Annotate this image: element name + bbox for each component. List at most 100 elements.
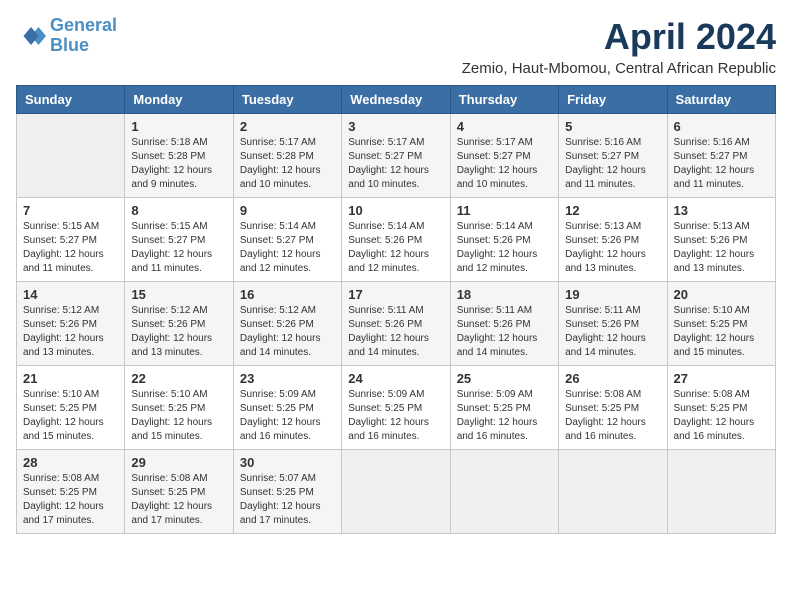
logo: General Blue (16, 16, 117, 56)
logo-icon (16, 21, 46, 51)
day-number: 29 (131, 455, 226, 470)
weekday-header-monday: Monday (125, 86, 233, 114)
day-info: Sunrise: 5:16 AMSunset: 5:27 PMDaylight:… (674, 136, 769, 192)
day-number: 16 (240, 287, 335, 302)
calendar-cell: 9Sunrise: 5:14 AMSunset: 5:27 PMDaylight… (233, 198, 341, 282)
calendar-cell: 16 Sunrise: 5:12 AMSunset: 5:26 PMDayligh… (233, 282, 341, 366)
location-title: Zemio, Haut-Mbomou, Central African Repu… (462, 60, 776, 77)
calendar-cell: 24 Sunrise: 5:09 AMSunset: 5:25 PMDayligh… (342, 366, 450, 450)
logo-text: General Blue (50, 16, 117, 56)
day-number: 10 (348, 203, 443, 218)
calendar-cell: 5Sunrise: 5:16 AMSunset: 5:27 PMDaylight… (559, 114, 667, 198)
day-info: Sunrise: 5:10 AMSunset: 5:25 PMDaylight:… (131, 388, 226, 444)
calendar-cell: 22 Sunrise: 5:10 AMSunset: 5:25 PMDayligh… (125, 366, 233, 450)
day-number: 17 (348, 287, 443, 302)
day-number: 24 (348, 371, 443, 386)
day-number: 30 (240, 455, 335, 470)
day-info: Sunrise: 5:08 AMSunset: 5:25 PMDaylight:… (23, 472, 118, 528)
day-number: 4 (457, 119, 552, 134)
week-row-3: 14 Sunrise: 5:12 AMSunset: 5:26 PMDayligh… (17, 282, 776, 366)
calendar-cell: 8 Sunrise: 5:15 AMSunset: 5:27 PMDaylight… (125, 198, 233, 282)
day-number: 12 (565, 203, 660, 218)
day-number: 28 (23, 455, 118, 470)
day-info: Sunrise: 5:09 AMSunset: 5:25 PMDaylight:… (348, 388, 443, 444)
day-info: Sunrise: 5:08 AMSunset: 5:25 PMDaylight:… (565, 388, 660, 444)
calendar-cell (559, 450, 667, 534)
calendar-cell: 3 Sunrise: 5:17 AMSunset: 5:27 PMDaylight… (342, 114, 450, 198)
day-info: Sunrise: 5:17 AMSunset: 5:28 PMDaylight:… (240, 136, 335, 192)
day-info: Sunrise: 5:13 AMSunset: 5:26 PMDaylight:… (674, 220, 769, 276)
day-number: 3 (348, 119, 443, 134)
calendar-cell (450, 450, 558, 534)
calendar-cell: 2 Sunrise: 5:17 AMSunset: 5:28 PMDaylight… (233, 114, 341, 198)
day-number: 21 (23, 371, 118, 386)
day-info: Sunrise: 5:14 AMSunset: 5:26 PMDaylight:… (348, 220, 443, 276)
calendar-cell: 15 Sunrise: 5:12 AMSunset: 5:26 PMDayligh… (125, 282, 233, 366)
calendar-cell: 21 Sunrise: 5:10 AMSunset: 5:25 PMDayligh… (17, 366, 125, 450)
day-info: Sunrise: 5:16 AMSunset: 5:27 PMDaylight:… (565, 136, 660, 192)
day-info: Sunrise: 5:18 AMSunset: 5:28 PMDaylight:… (131, 136, 226, 192)
calendar-cell (667, 450, 775, 534)
week-row-1: 1 Sunrise: 5:18 AMSunset: 5:28 PMDaylight… (17, 114, 776, 198)
weekday-header-friday: Friday (559, 86, 667, 114)
calendar-cell: 27 Sunrise: 5:08 AMSunset: 5:25 PMDayligh… (667, 366, 775, 450)
week-row-2: 7 Sunrise: 5:15 AMSunset: 5:27 PMDaylight… (17, 198, 776, 282)
calendar-cell (342, 450, 450, 534)
day-number: 9 (240, 203, 335, 218)
calendar-cell: 10 Sunrise: 5:14 AMSunset: 5:26 PMDayligh… (342, 198, 450, 282)
weekday-header-wednesday: Wednesday (342, 86, 450, 114)
day-number: 6 (674, 119, 769, 134)
day-info: Sunrise: 5:12 AMSunset: 5:26 PMDaylight:… (131, 304, 226, 360)
day-number: 11 (457, 203, 552, 218)
calendar-cell: 28 Sunrise: 5:08 AMSunset: 5:25 PMDayligh… (17, 450, 125, 534)
calendar-cell: 17 Sunrise: 5:11 AMSunset: 5:26 PMDayligh… (342, 282, 450, 366)
day-info: Sunrise: 5:08 AMSunset: 5:25 PMDaylight:… (131, 472, 226, 528)
day-number: 15 (131, 287, 226, 302)
day-info: Sunrise: 5:15 AMSunset: 5:27 PMDaylight:… (131, 220, 226, 276)
day-number: 14 (23, 287, 118, 302)
day-number: 25 (457, 371, 552, 386)
day-number: 1 (131, 119, 226, 134)
month-title: April 2024 (462, 16, 776, 58)
day-info: Sunrise: 5:12 AMSunset: 5:26 PMDaylight:… (240, 304, 335, 360)
day-info: Sunrise: 5:11 AMSunset: 5:26 PMDaylight:… (348, 304, 443, 360)
logo-line1: General (50, 15, 117, 35)
page-header: General Blue April 2024 Zemio, Haut-Mbom… (16, 16, 776, 77)
day-info: Sunrise: 5:17 AMSunset: 5:27 PMDaylight:… (457, 136, 552, 192)
calendar-cell: 6 Sunrise: 5:16 AMSunset: 5:27 PMDaylight… (667, 114, 775, 198)
day-info: Sunrise: 5:15 AMSunset: 5:27 PMDaylight:… (23, 220, 118, 276)
weekday-header-thursday: Thursday (450, 86, 558, 114)
day-number: 18 (457, 287, 552, 302)
day-number: 27 (674, 371, 769, 386)
day-info: Sunrise: 5:08 AMSunset: 5:25 PMDaylight:… (674, 388, 769, 444)
day-info: Sunrise: 5:07 AMSunset: 5:25 PMDaylight:… (240, 472, 335, 528)
weekday-header-sunday: Sunday (17, 86, 125, 114)
day-number: 8 (131, 203, 226, 218)
day-number: 20 (674, 287, 769, 302)
day-info: Sunrise: 5:17 AMSunset: 5:27 PMDaylight:… (348, 136, 443, 192)
day-info: Sunrise: 5:10 AMSunset: 5:25 PMDaylight:… (23, 388, 118, 444)
day-info: Sunrise: 5:09 AMSunset: 5:25 PMDaylight:… (457, 388, 552, 444)
day-number: 22 (131, 371, 226, 386)
calendar-cell: 26Sunrise: 5:08 AMSunset: 5:25 PMDayligh… (559, 366, 667, 450)
calendar-cell: 19Sunrise: 5:11 AMSunset: 5:26 PMDayligh… (559, 282, 667, 366)
calendar-cell: 4 Sunrise: 5:17 AMSunset: 5:27 PMDaylight… (450, 114, 558, 198)
calendar-cell: 29 Sunrise: 5:08 AMSunset: 5:25 PMDayligh… (125, 450, 233, 534)
calendar-cell: 14 Sunrise: 5:12 AMSunset: 5:26 PMDayligh… (17, 282, 125, 366)
day-info: Sunrise: 5:12 AMSunset: 5:26 PMDaylight:… (23, 304, 118, 360)
calendar-cell: 12 Sunrise: 5:13 AMSunset: 5:26 PMDayligh… (559, 198, 667, 282)
weekday-header-saturday: Saturday (667, 86, 775, 114)
calendar-cell: 13Sunrise: 5:13 AMSunset: 5:26 PMDayligh… (667, 198, 775, 282)
calendar-cell: 30 Sunrise: 5:07 AMSunset: 5:25 PMDayligh… (233, 450, 341, 534)
calendar-cell: 23Sunrise: 5:09 AMSunset: 5:25 PMDayligh… (233, 366, 341, 450)
logo-line2: Blue (50, 35, 89, 55)
day-number: 2 (240, 119, 335, 134)
calendar-cell (17, 114, 125, 198)
calendar-cell: 20Sunrise: 5:10 AMSunset: 5:25 PMDayligh… (667, 282, 775, 366)
day-info: Sunrise: 5:11 AMSunset: 5:26 PMDaylight:… (457, 304, 552, 360)
day-info: Sunrise: 5:11 AMSunset: 5:26 PMDaylight:… (565, 304, 660, 360)
day-info: Sunrise: 5:13 AMSunset: 5:26 PMDaylight:… (565, 220, 660, 276)
day-number: 7 (23, 203, 118, 218)
calendar-cell: 7 Sunrise: 5:15 AMSunset: 5:27 PMDaylight… (17, 198, 125, 282)
calendar-table: SundayMondayTuesdayWednesdayThursdayFrid… (16, 85, 776, 534)
